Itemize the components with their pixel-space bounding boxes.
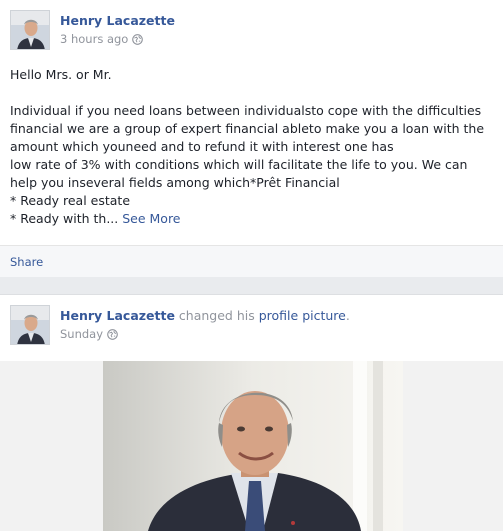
author-name-link[interactable]: Henry Lacazette bbox=[60, 308, 175, 323]
post-body-line: Individual if you need loans between ind… bbox=[10, 103, 482, 118]
profile-photo[interactable] bbox=[103, 361, 403, 531]
author-name-link[interactable]: Henry Lacazette bbox=[60, 13, 175, 28]
post-body: Hello Mrs. or Mr. Individual if you need… bbox=[10, 66, 496, 228]
post-body-line: financial we are a group of expert finan… bbox=[10, 121, 485, 136]
post-action-bar: Share bbox=[0, 245, 503, 277]
post-body-line: amount which youneed and to refund it wi… bbox=[10, 139, 394, 154]
story-action-suffix: . bbox=[345, 308, 350, 323]
story-post: Henry Lacazette 3 hours ago Hello Mrs. o… bbox=[0, 0, 503, 277]
post-body-line: * Ready real estate bbox=[10, 193, 131, 208]
post-body-line: low rate of 3% with conditions which wil… bbox=[10, 157, 468, 172]
timestamp-link[interactable]: 3 hours ago bbox=[60, 32, 128, 46]
photo-container bbox=[0, 361, 503, 531]
share-button[interactable]: Share bbox=[10, 255, 43, 269]
see-more-link[interactable]: See More bbox=[122, 211, 180, 226]
post-header: Henry Lacazette 3 hours ago bbox=[10, 10, 490, 50]
story-action-text: changed his bbox=[178, 308, 255, 323]
globe-icon[interactable] bbox=[132, 34, 144, 48]
story-post: Henry Lacazette changed his profile pict… bbox=[0, 294, 503, 531]
author-line: Henry Lacazette changed his profile pict… bbox=[60, 308, 350, 323]
post-header: Henry Lacazette changed his profile pict… bbox=[10, 305, 490, 345]
author-line: Henry Lacazette bbox=[60, 13, 175, 28]
post-meta: Sunday bbox=[60, 327, 118, 343]
profile-picture-link[interactable]: profile picture bbox=[259, 308, 346, 323]
timestamp-link[interactable]: Sunday bbox=[60, 327, 103, 341]
post-body-last-line: * Ready with th... See More bbox=[10, 210, 496, 228]
avatar[interactable] bbox=[10, 305, 50, 345]
avatar[interactable] bbox=[10, 10, 50, 50]
post-meta: 3 hours ago bbox=[60, 32, 144, 48]
post-greeting: Hello Mrs. or Mr. bbox=[10, 67, 112, 82]
truncated-line: * Ready with th... bbox=[10, 211, 123, 226]
globe-icon[interactable] bbox=[107, 329, 118, 343]
post-body-line: help you inseveral fields among which*Pr… bbox=[10, 175, 340, 190]
